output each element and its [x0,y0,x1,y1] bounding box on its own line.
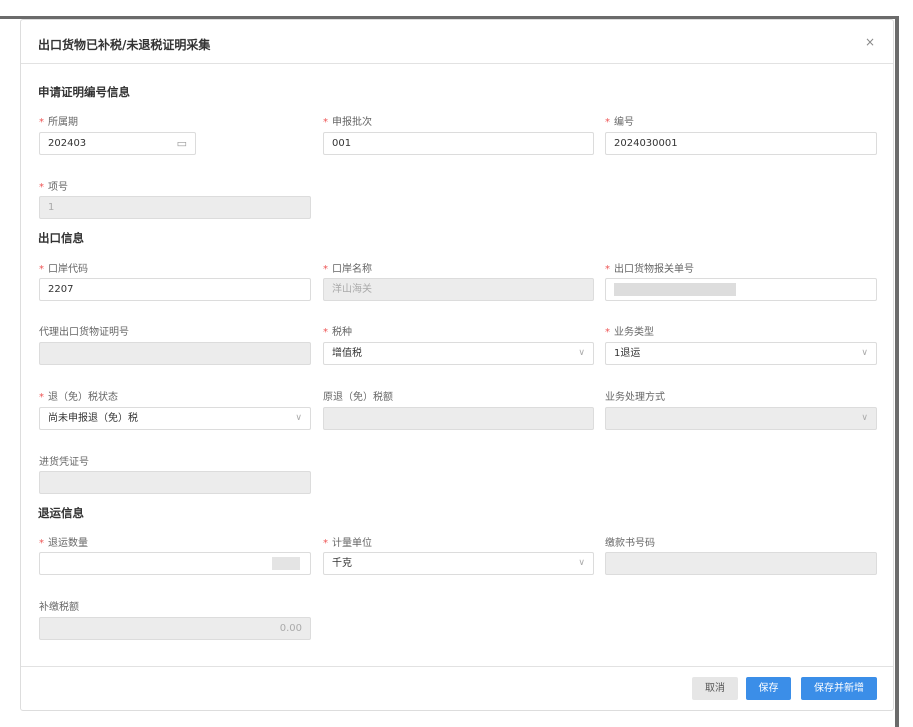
tax-type-select[interactable]: 增值税 ∨ [323,342,594,365]
biz-type-select[interactable]: 1退运 ∨ [605,342,877,365]
header-divider [21,63,893,64]
save-button[interactable]: 保存 [746,677,791,700]
calendar-icon: ▭ [176,137,187,150]
chevron-down-icon: ∨ [578,558,585,568]
payment-no-input [605,552,877,575]
handling-label: 业务处理方式 [605,392,665,403]
return-qty-input[interactable] [39,552,311,575]
declaration-no-label: * 出口货物报关单号 [605,264,694,275]
port-code-label: * 口岸代码 [39,264,88,275]
tax-type-label: * 税种 [323,327,352,338]
cancel-button[interactable]: 取消 [692,677,738,700]
port-code-input[interactable]: 2207 [39,278,311,301]
agent-cert-no-input [39,342,311,365]
declaration-no-input[interactable] [605,278,877,301]
section-return-title: 退运信息 [38,506,84,520]
chevron-down-icon: ∨ [295,413,302,423]
payment-no-label: 缴款书号码 [605,538,655,549]
supplement-tax-label: 补缴税额 [39,602,79,613]
batch-label: * 申报批次 [323,117,372,128]
footer-divider [21,666,893,667]
refund-status-label: * 退（免）税状态 [39,392,118,403]
unit-label: * 计量单位 [323,538,372,549]
orig-refund-label: 原退（免）税额 [323,392,393,403]
purchase-voucher-input [39,471,311,494]
port-name-input: 洋山海关 [323,278,594,301]
close-icon[interactable]: × [865,35,875,49]
purchase-voucher-label: 进货凭证号 [39,457,89,468]
section-export-title: 出口信息 [38,231,84,245]
number-label: * 编号 [605,117,634,128]
return-qty-label: * 退运数量 [39,538,88,549]
period-label: * 所属期 [39,117,78,128]
item-no-input: 1 [39,196,311,219]
number-input[interactable]: 2024030001 [605,132,877,155]
number-stepper[interactable] [272,557,300,570]
agent-cert-no-label: 代理出口货物证明号 [39,327,129,338]
section-apply-title: 申请证明编号信息 [38,85,130,99]
orig-refund-input [323,407,594,430]
biz-type-label: * 业务类型 [605,327,654,338]
dialog: 出口货物已补税/未退税证明采集 × 申请证明编号信息 * 所属期 202403 ▭ … [20,19,894,711]
redacted-value [614,282,736,296]
item-no-label: * 项号 [39,182,68,193]
chevron-down-icon: ∨ [861,348,868,358]
chevron-down-icon: ∨ [578,348,585,358]
period-datepicker[interactable]: 202403 ▭ [39,132,196,155]
refund-status-select[interactable]: 尚未申报退（免）税 ∨ [39,407,311,430]
background-frame [0,0,913,19]
supplement-tax-input: 0.00 [39,617,311,640]
handling-select: ∨ [605,407,877,430]
save-and-new-button[interactable]: 保存并新增 [801,677,877,700]
batch-input[interactable]: 001 [323,132,594,155]
chevron-down-icon: ∨ [861,413,868,423]
unit-select[interactable]: 千克 ∨ [323,552,594,575]
port-name-label: * 口岸名称 [323,264,372,275]
dialog-title: 出口货物已补税/未退税证明采集 [38,38,211,52]
background-frame-right [895,16,913,727]
